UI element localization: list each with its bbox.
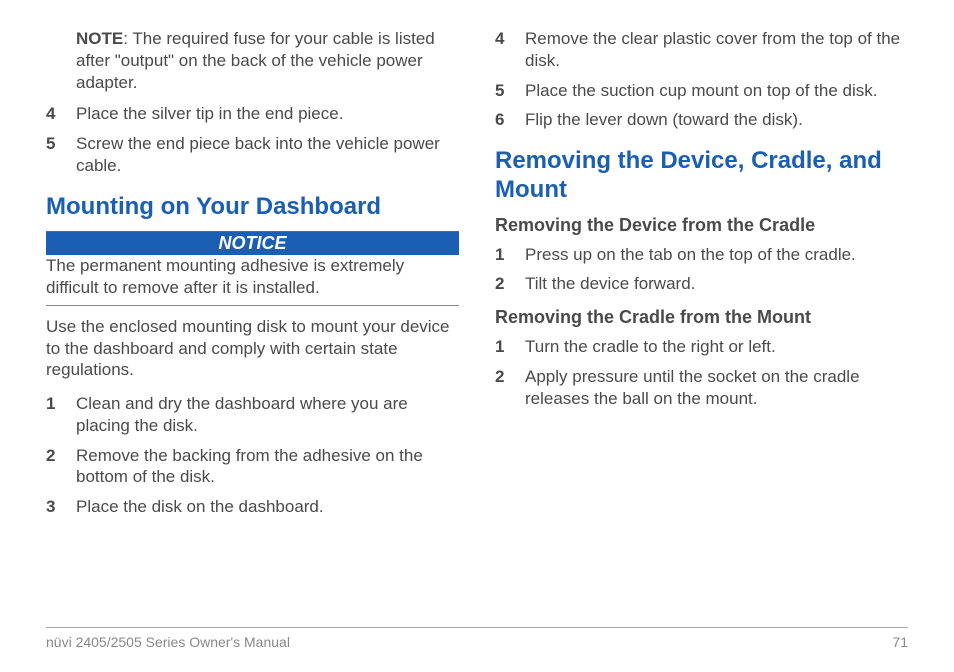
step-number: 2 (495, 366, 525, 410)
step-text: Apply pressure until the socket on the c… (525, 366, 908, 410)
step-number: 1 (46, 393, 76, 437)
step-number: 1 (495, 336, 525, 358)
body-paragraph: Use the enclosed mounting disk to mount … (46, 316, 459, 381)
left-column: NOTE: The required fuse for your cable i… (46, 28, 459, 618)
step-item: 2Remove the backing from the adhesive on… (46, 445, 459, 489)
step-number: 3 (46, 496, 76, 518)
step-text: Clean and dry the dashboard where you ar… (76, 393, 459, 437)
notice-label: NOTICE (46, 231, 459, 255)
step-number: 2 (46, 445, 76, 489)
right-column: 4Remove the clear plastic cover from the… (495, 28, 908, 618)
step-number: 2 (495, 273, 525, 295)
step-number: 1 (495, 244, 525, 266)
step-text: Remove the clear plastic cover from the … (525, 28, 908, 72)
notice-text: The permanent mounting adhesive is extre… (46, 255, 459, 306)
steps-group-e: 1Turn the cradle to the right or left. 2… (495, 336, 908, 409)
step-item: 1Clean and dry the dashboard where you a… (46, 393, 459, 437)
steps-group-d: 1Press up on the tab on the top of the c… (495, 244, 908, 296)
step-item: 1Press up on the tab on the top of the c… (495, 244, 908, 266)
step-text: Turn the cradle to the right or left. (525, 336, 776, 358)
note-text: : The required fuse for your cable is li… (76, 29, 435, 92)
page-footer: nüvi 2405/2505 Series Owner's Manual 71 (46, 627, 908, 650)
step-text: Screw the end piece back into the vehicl… (76, 133, 459, 177)
step-item: 5Place the suction cup mount on top of t… (495, 80, 908, 102)
note-label: NOTE (76, 29, 123, 48)
step-item: 4Place the silver tip in the end piece. (46, 103, 459, 125)
step-number: 4 (495, 28, 525, 72)
step-item: 4Remove the clear plastic cover from the… (495, 28, 908, 72)
step-number: 5 (495, 80, 525, 102)
step-number: 5 (46, 133, 76, 177)
step-text: Press up on the tab on the top of the cr… (525, 244, 856, 266)
page-number: 71 (892, 634, 908, 650)
step-number: 6 (495, 109, 525, 131)
step-text: Place the silver tip in the end piece. (76, 103, 343, 125)
step-item: 2Apply pressure until the socket on the … (495, 366, 908, 410)
step-text: Flip the lever down (toward the disk). (525, 109, 803, 131)
steps-group-c: 4Remove the clear plastic cover from the… (495, 28, 908, 131)
step-item: 5Screw the end piece back into the vehic… (46, 133, 459, 177)
step-number: 4 (46, 103, 76, 125)
steps-group-b: 1Clean and dry the dashboard where you a… (46, 393, 459, 518)
step-item: 3Place the disk on the dashboard. (46, 496, 459, 518)
subheading-remove-from-cradle: Removing the Device from the Cradle (495, 215, 908, 236)
notice-callout: NOTICE The permanent mounting adhesive i… (46, 231, 459, 306)
step-text: Tilt the device forward. (525, 273, 695, 295)
step-item: 1Turn the cradle to the right or left. (495, 336, 908, 358)
heading-removing-device: Removing the Device, Cradle, and Mount (495, 147, 908, 205)
note-block: NOTE: The required fuse for your cable i… (76, 28, 459, 93)
step-item: 2Tilt the device forward. (495, 273, 908, 295)
step-text: Place the disk on the dashboard. (76, 496, 324, 518)
step-text: Remove the backing from the adhesive on … (76, 445, 459, 489)
heading-mounting-dashboard: Mounting on Your Dashboard (46, 193, 459, 222)
step-text: Place the suction cup mount on top of th… (525, 80, 878, 102)
step-item: 6Flip the lever down (toward the disk). (495, 109, 908, 131)
steps-group-a: 4Place the silver tip in the end piece. … (46, 103, 459, 176)
subheading-remove-cradle-from-mount: Removing the Cradle from the Mount (495, 307, 908, 328)
page-columns: NOTE: The required fuse for your cable i… (46, 28, 908, 618)
footer-title: nüvi 2405/2505 Series Owner's Manual (46, 634, 290, 650)
